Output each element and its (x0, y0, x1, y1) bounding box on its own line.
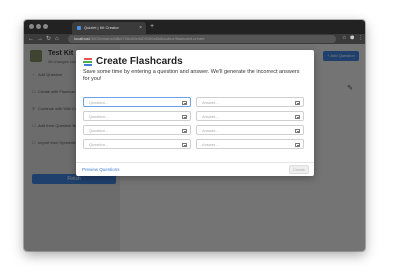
books-icon (83, 57, 93, 67)
image-icon[interactable] (182, 101, 187, 105)
question-input-3[interactable] (84, 126, 190, 134)
modal-description: Save some time by entering a question an… (83, 69, 300, 82)
image-icon[interactable] (182, 143, 187, 147)
address-bar: ← → ↻ ⌂ localhost:3000/chains/b8b6726c56… (24, 34, 365, 44)
modal-footer: Preview Questions Create (76, 162, 314, 176)
question-input-1[interactable] (84, 98, 190, 106)
question-input-2[interactable] (84, 112, 190, 120)
extensions-icon[interactable]: ⬢ (350, 36, 355, 41)
image-icon[interactable] (182, 129, 187, 133)
create-flashcards-modal: Create Flashcards Save some time by ente… (76, 50, 314, 176)
maximize-window-icon[interactable] (43, 24, 48, 29)
answer-input-2[interactable] (197, 112, 303, 120)
url-field[interactable]: localhost:3000/chains/b8b6726c56e4d09260… (68, 35, 336, 43)
url-path: :3000/chains/b8b6726c56e4d09260a6b8/auth… (89, 36, 205, 41)
reload-icon[interactable]: ↻ (46, 35, 51, 43)
answer-input-1[interactable] (197, 98, 303, 106)
image-icon[interactable] (295, 143, 300, 147)
image-icon[interactable] (295, 115, 300, 119)
back-icon[interactable]: ← (28, 35, 34, 43)
question-field-3[interactable] (83, 125, 191, 135)
image-icon[interactable] (295, 129, 300, 133)
modal-title: Create Flashcards (96, 56, 183, 67)
answer-field-1[interactable] (196, 97, 304, 107)
question-field-1[interactable] (83, 97, 191, 107)
image-icon[interactable] (295, 101, 300, 105)
answer-input-4[interactable] (197, 140, 303, 148)
answer-input-3[interactable] (197, 126, 303, 134)
create-button[interactable]: Create (289, 165, 309, 174)
tab-bar: Quizlet | Kit Creator × + (24, 20, 365, 34)
image-icon[interactable] (182, 115, 187, 119)
answer-field-2[interactable] (196, 111, 304, 121)
favicon-icon (77, 26, 81, 30)
tab-close-icon[interactable]: × (139, 22, 142, 34)
tab-title: Quizlet | Kit Creator (84, 25, 119, 30)
home-icon[interactable]: ⌂ (55, 35, 59, 43)
answer-field-3[interactable] (196, 125, 304, 135)
question-field-2[interactable] (83, 111, 191, 121)
new-tab-button[interactable]: + (150, 22, 154, 32)
star-icon[interactable]: ☆ (342, 36, 347, 41)
minimize-window-icon[interactable] (36, 24, 41, 29)
forward-icon[interactable]: → (37, 35, 43, 43)
preview-questions-link[interactable]: Preview Questions (82, 167, 120, 172)
browser-tab[interactable]: Quizlet | Kit Creator × (72, 22, 146, 34)
url-host: localhost (74, 36, 90, 41)
question-field-4[interactable] (83, 139, 191, 149)
menu-icon[interactable]: ⋮ (358, 36, 363, 41)
answer-field-4[interactable] (196, 139, 304, 149)
close-window-icon[interactable] (29, 24, 34, 29)
question-input-4[interactable] (84, 140, 190, 148)
